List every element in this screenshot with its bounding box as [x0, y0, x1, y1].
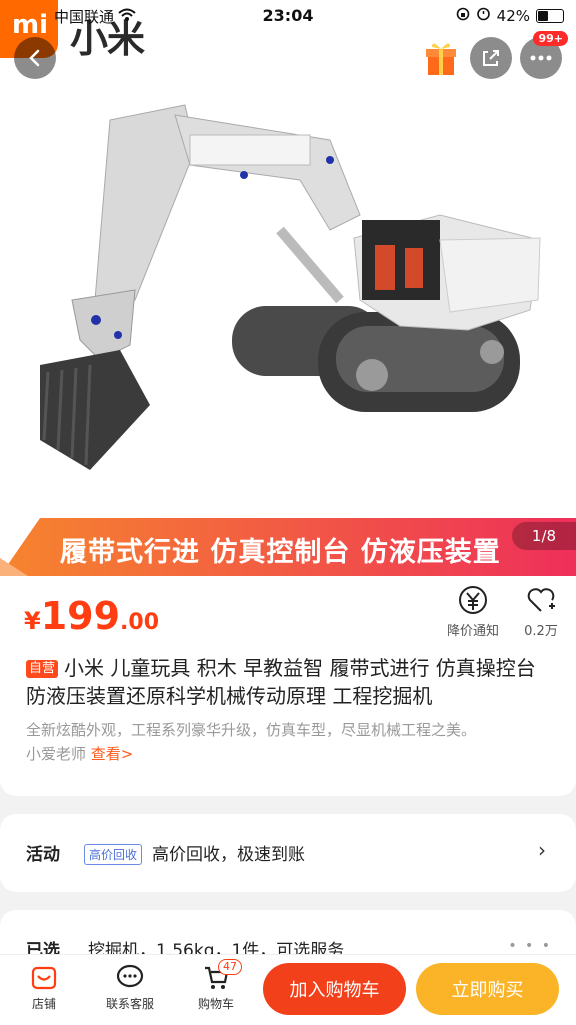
store-button[interactable]: 店铺 [14, 963, 74, 1012]
store-label: 店铺 [31, 997, 56, 1011]
status-right: 42% [456, 6, 564, 25]
customer-service-button[interactable]: 联系客服 [100, 963, 160, 1012]
message-badge: 99+ [533, 31, 568, 46]
activity-text: 高价回收，极速到账 [152, 845, 305, 865]
view-more-link[interactable]: 查看> [91, 745, 134, 763]
gift-button[interactable] [420, 37, 462, 79]
customer-service-label: 联系客服 [105, 997, 154, 1011]
product-info-card: ¥199.00 降价通知 0.2万 自营 小米 儿童玩具 积木 早教益智 履带式进… [0, 576, 576, 796]
activity-tag: 高价回收 [84, 844, 143, 865]
favorite-button[interactable]: 0.2万 [516, 584, 566, 639]
price-integer: 199 [40, 594, 121, 638]
price-alert-icon [459, 586, 487, 614]
battery-icon [536, 8, 564, 23]
recommender: 小爱老师 [26, 745, 87, 763]
cart-button[interactable]: 购物车 47 [186, 959, 246, 1012]
product-subtitle-text: 全新炫酷外观，工程系列豪华升级，仿真车型，尽显机械工程之美。 [26, 721, 477, 739]
price: ¥199.00 [24, 594, 159, 638]
store-icon [31, 966, 57, 990]
price-alert-button[interactable]: 降价通知 [442, 584, 504, 639]
status-bar: 中国联通 23:04 42% [0, 0, 576, 30]
self-run-tag: 自营 [26, 660, 59, 678]
price-currency: ¥ [24, 607, 41, 635]
back-button[interactable] [14, 37, 56, 79]
cart-count-badge: 47 [218, 959, 242, 975]
feature-banner-text: 履带式行进 仿真控制台 仿液压装置 [60, 537, 501, 568]
chat-icon [116, 964, 144, 988]
chevron-right-icon: › [538, 838, 546, 862]
cart-label: 购物车 [197, 997, 234, 1011]
price-decimal: .00 [120, 610, 160, 635]
heart-plus-icon [527, 588, 555, 612]
product-image-excavator [40, 104, 541, 470]
favorite-count: 0.2万 [524, 624, 558, 639]
orientation-lock-icon [456, 7, 470, 25]
product-title: 自营 小米 儿童玩具 积木 早教益智 履带式进行 仿真操控台 防液压装置还原科学机… [26, 654, 556, 710]
share-icon [483, 50, 499, 66]
product-title-text: 小米 儿童玩具 积木 早教益智 履带式进行 仿真操控台 防液压装置还原科学机械传… [26, 656, 536, 708]
activity-label: 活动 [26, 845, 60, 865]
buy-now-button[interactable]: 立即购买 [416, 963, 559, 1015]
share-button[interactable] [470, 37, 512, 79]
more-icon [530, 55, 552, 61]
alarm-icon [476, 6, 491, 25]
add-to-cart-button[interactable]: 加入购物车 [263, 963, 406, 1015]
product-subtitle: 全新炫酷外观，工程系列豪华升级，仿真车型，尽显机械工程之美。 小爱老师 查看> [26, 718, 556, 766]
activity-row[interactable]: 活动 高价回收 高价回收，极速到账 › [0, 814, 576, 892]
more-dots-icon: • • • [508, 938, 552, 954]
chevron-left-icon [29, 49, 40, 67]
product-image-gallery[interactable]: 中国联通 23:04 42% mi 小米 99+ 履带式行进 仿真控制台 仿液压… [0, 0, 576, 576]
more-button[interactable]: 99+ [520, 31, 568, 79]
gift-icon [426, 43, 456, 75]
image-pager: 1/8 [512, 522, 576, 550]
bottom-action-bar: 店铺 联系客服 购物车 47 加入购物车 立即购买 [0, 954, 576, 1025]
battery-percent: 42% [496, 6, 530, 25]
price-alert-label: 降价通知 [446, 624, 499, 639]
